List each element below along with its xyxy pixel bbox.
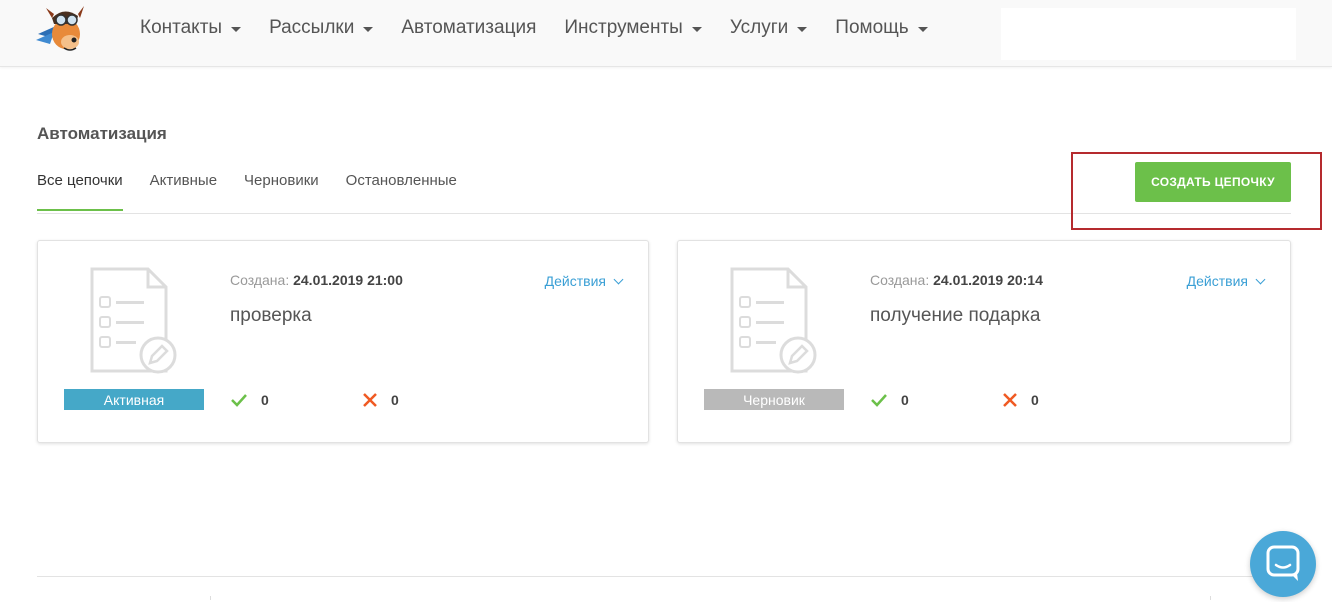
chevron-down-icon (1255, 274, 1266, 284)
check-icon (231, 393, 247, 407)
actions-label: Действия (1186, 273, 1248, 289)
tab-all-chains[interactable]: Все цепочки (37, 172, 123, 211)
chat-icon (1266, 545, 1300, 581)
success-stat: 0 (230, 389, 269, 410)
chain-name[interactable]: получение подарка (870, 305, 1040, 327)
nav-item-automation[interactable]: Автоматизация (401, 17, 536, 39)
nav-item-label: Рассылки (269, 17, 355, 38)
status-badge: Черновик (704, 389, 844, 410)
caret-down-icon (917, 26, 928, 32)
highlight-annotation-box (1071, 152, 1322, 230)
fail-count: 0 (391, 391, 399, 408)
created-info: Создана: 24.01.2019 21:00 (230, 272, 403, 288)
fail-count: 0 (1031, 391, 1039, 408)
caret-down-icon (231, 26, 242, 32)
nav-item-help[interactable]: Помощь (835, 17, 928, 39)
document-checklist-edit-icon (730, 267, 817, 374)
nav-item-label: Контакты (140, 17, 223, 38)
fail-stat: 0 (1002, 389, 1039, 410)
dog-pilot-logo-icon[interactable] (34, 4, 88, 54)
chain-name[interactable]: проверка (230, 305, 312, 327)
created-label: Создана: (230, 272, 290, 288)
success-count: 0 (261, 391, 269, 408)
nav-item-label: Услуги (729, 17, 789, 38)
tab-drafts[interactable]: Черновики (244, 172, 319, 211)
created-label: Создана: (870, 272, 930, 288)
nav-item-label: Инструменты (564, 17, 683, 38)
check-icon (871, 393, 887, 407)
tab-stopped[interactable]: Остановленные (346, 172, 457, 211)
cross-icon (363, 392, 377, 407)
page-title: Автоматизация (37, 124, 167, 143)
created-info: Создана: 24.01.2019 20:14 (870, 272, 1043, 288)
tab-active[interactable]: Активные (150, 172, 217, 211)
footer-tick (1210, 596, 1211, 600)
chain-card: Создана: 24.01.2019 20:14 Действия получ… (677, 240, 1291, 443)
success-count: 0 (901, 391, 909, 408)
actions-label: Действия (544, 273, 606, 289)
nav-item-tools[interactable]: Инструменты (564, 17, 702, 39)
chain-card: Создана: 24.01.2019 21:00 Действия прове… (37, 240, 649, 443)
footer-tick (210, 596, 211, 600)
fail-stat: 0 (362, 389, 399, 410)
caret-down-icon (363, 26, 374, 32)
nav-item-mailings[interactable]: Рассылки (269, 17, 374, 39)
created-date: 24.01.2019 20:14 (933, 272, 1043, 288)
cross-icon (1003, 392, 1017, 407)
chain-filter-tabs: Все цепочки Активные Черновики Остановле… (37, 172, 484, 211)
footer-divider (37, 576, 1291, 577)
main-nav: Контакты Рассылки Автоматизация Инструме… (140, 0, 956, 56)
created-date: 24.01.2019 21:00 (293, 272, 403, 288)
nav-item-contacts[interactable]: Контакты (140, 17, 242, 39)
actions-dropdown[interactable]: Действия (544, 273, 624, 289)
chat-widget-button[interactable] (1250, 531, 1316, 597)
nav-item-label: Автоматизация (401, 17, 537, 38)
document-checklist-edit-icon (90, 267, 177, 374)
nav-item-services[interactable]: Услуги (729, 17, 808, 39)
header-search-field[interactable] (1001, 8, 1296, 60)
nav-item-label: Помощь (835, 17, 909, 38)
actions-dropdown[interactable]: Действия (1186, 273, 1266, 289)
caret-down-icon (691, 26, 702, 32)
success-stat: 0 (870, 389, 909, 410)
chevron-down-icon (613, 274, 624, 284)
status-badge: Активная (64, 389, 204, 410)
top-navbar: Контакты Рассылки Автоматизация Инструме… (0, 0, 1332, 67)
caret-down-icon (797, 26, 808, 32)
